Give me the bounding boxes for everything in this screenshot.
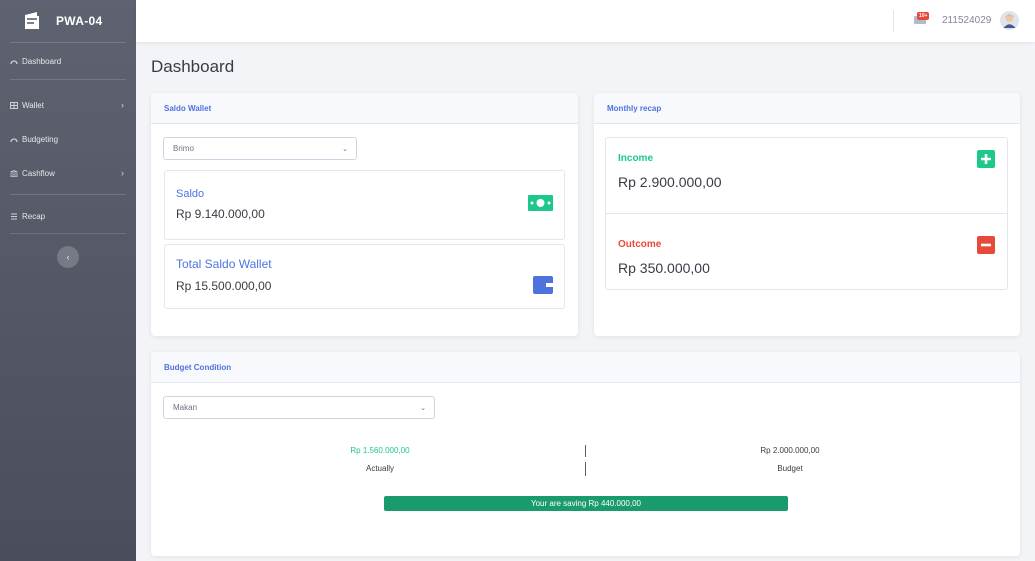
user-avatar-icon (1000, 11, 1019, 30)
list-icon (11, 213, 17, 219)
sidebar-item-label: Budgeting (22, 134, 59, 144)
topbar: 10+ 211524029 (136, 0, 1035, 42)
budget-icon (10, 137, 18, 142)
card-header: Monthly recap (594, 93, 1020, 124)
wallet-select[interactable]: Brimo ⌄ (163, 137, 357, 160)
budget-value: Rp 2.000.000,00 (760, 446, 820, 455)
brand-name: PWA-04 (56, 14, 103, 28)
wallet-logo-icon (22, 11, 42, 31)
income-value: Rp 2.900.000,00 (618, 174, 722, 190)
sidebar-item-budgeting[interactable]: Budgeting (0, 122, 136, 156)
card-header: Budget Condition (151, 352, 1020, 383)
dashboard-icon (10, 59, 18, 64)
budget-category-select[interactable]: Makan ⌄ (163, 396, 435, 419)
sidebar-toggle-button[interactable]: ‹ (57, 246, 79, 268)
income-label: Income (618, 153, 654, 164)
chevron-right-icon: › (121, 100, 124, 110)
money-bill-icon (528, 195, 553, 211)
total-saldo-label: Total Saldo Wallet (176, 257, 272, 271)
total-saldo-box (164, 244, 565, 309)
divider (585, 445, 586, 457)
divider (606, 213, 1007, 214)
topbar-divider (893, 10, 894, 32)
outcome-label: Outcome (618, 239, 662, 250)
chevron-down-icon: ⌄ (420, 405, 426, 412)
chevron-down-icon: ⌄ (342, 146, 348, 153)
budget-label: Budget (777, 464, 803, 473)
sidebar: PWA-04 Dashboard Wallet › Budgeting Cash… (0, 0, 136, 561)
plus-square-icon (977, 150, 995, 168)
chevron-left-icon: ‹ (66, 252, 70, 262)
brand[interactable]: PWA-04 (0, 0, 136, 42)
saldo-value: Rp 9.140.000,00 (176, 207, 265, 221)
total-saldo-value: Rp 15.500.000,00 (176, 279, 272, 293)
sidebar-item-label: Cashflow (22, 168, 55, 178)
table-icon (10, 101, 18, 109)
budget-progress-fill: Your are saving Rp 440.000,00 (384, 496, 788, 511)
divider (10, 79, 126, 80)
minus-square-icon (977, 236, 995, 254)
divider (10, 233, 126, 234)
sidebar-item-wallet[interactable]: Wallet › (0, 88, 136, 122)
actual-label: Actually (365, 464, 394, 473)
saldo-label: Saldo (176, 188, 205, 200)
wallet-select-value: Brimo (173, 144, 194, 153)
saldo-box (164, 170, 565, 240)
wallet-icon (533, 276, 553, 294)
budget-category-value: Makan (173, 403, 198, 412)
sidebar-item-label: Recap (22, 211, 46, 221)
budget-progress-bar: Your are saving Rp 440.000,00 (384, 496, 788, 511)
sidebar-item-cashflow[interactable]: Cashflow › (0, 156, 136, 190)
actual-value: Rp 1.560.000,00 (350, 446, 410, 455)
notification-badge: 10+ (917, 12, 930, 20)
avatar[interactable] (1000, 11, 1019, 30)
divider (585, 462, 586, 476)
username[interactable]: 211524029 (942, 15, 991, 26)
card-header: Saldo Wallet (151, 93, 578, 124)
sidebar-item-recap[interactable]: Recap (0, 199, 136, 233)
sidebar-item-label: Dashboard (22, 56, 62, 66)
progress-text: Your are saving Rp 440.000,00 (530, 499, 641, 508)
outcome-value: Rp 350.000,00 (618, 260, 710, 276)
bank-icon (10, 169, 18, 177)
divider (10, 194, 126, 195)
sidebar-item-dashboard[interactable]: Dashboard (0, 43, 136, 79)
sidebar-item-label: Wallet (22, 100, 44, 110)
chevron-right-icon: › (121, 168, 124, 178)
page-title: Dashboard (151, 57, 235, 76)
